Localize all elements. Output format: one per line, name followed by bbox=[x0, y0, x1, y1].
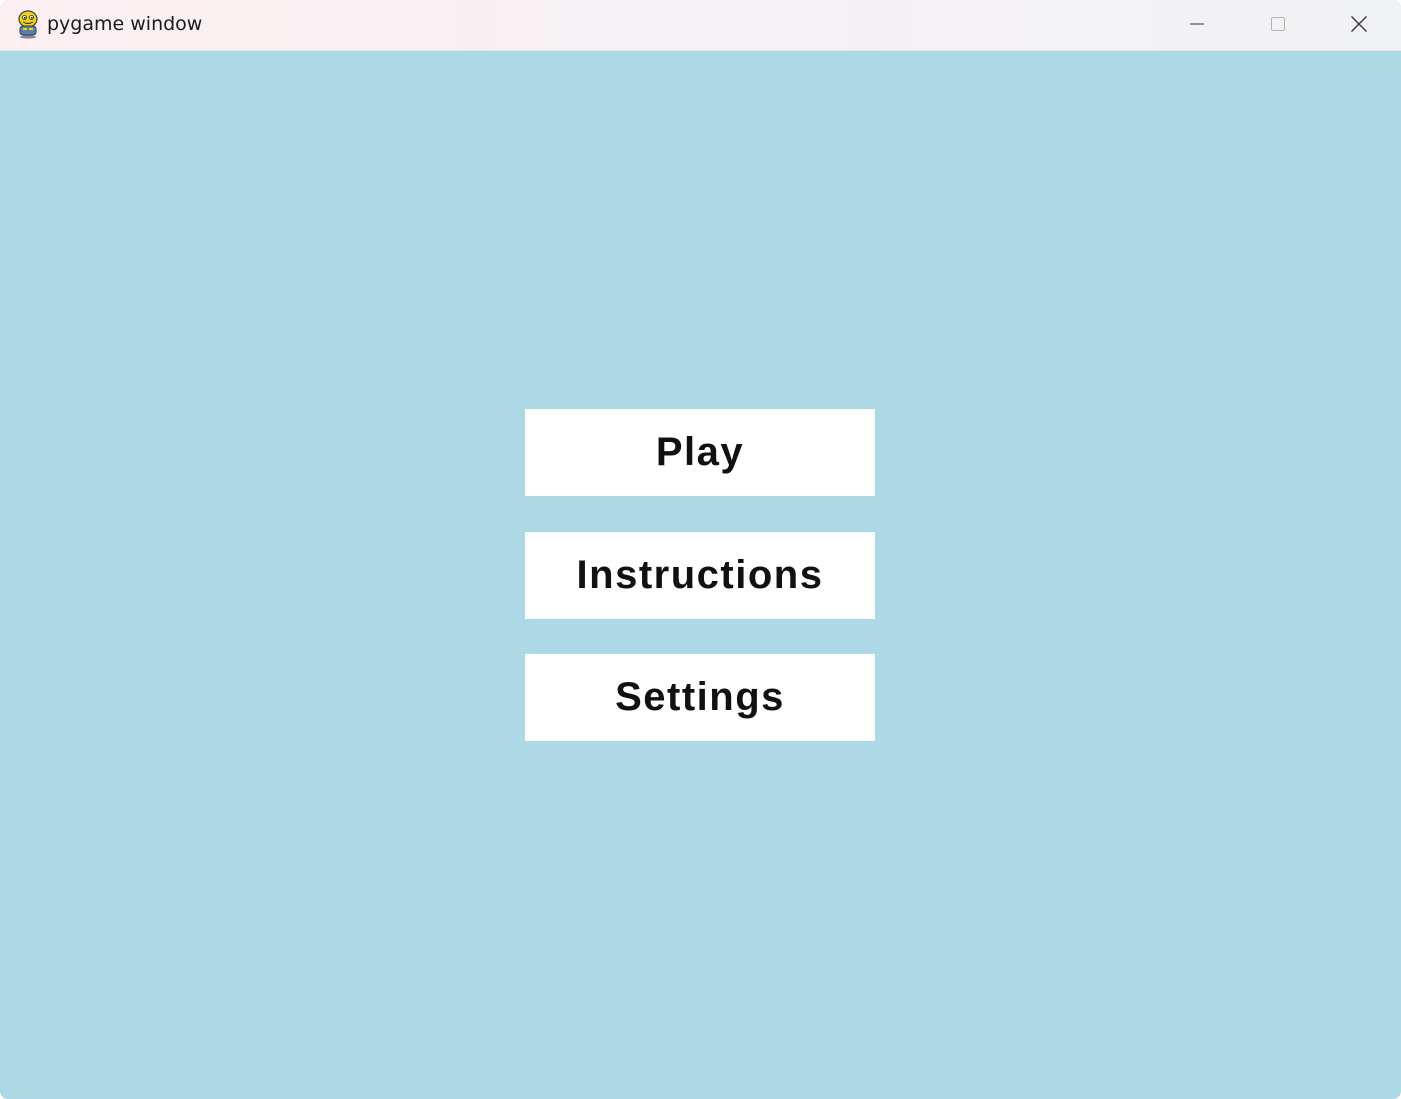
close-button[interactable] bbox=[1319, 0, 1399, 47]
pygame-window: pygame window Play Instructions Settings bbox=[0, 0, 1401, 1099]
play-button[interactable]: Play bbox=[525, 409, 875, 496]
instructions-button[interactable]: Instructions bbox=[525, 532, 875, 619]
maximize-icon bbox=[1270, 16, 1286, 32]
close-icon bbox=[1350, 15, 1368, 33]
pygame-snake-icon bbox=[14, 9, 42, 39]
maximize-button[interactable] bbox=[1238, 0, 1318, 47]
window-title: pygame window bbox=[47, 13, 203, 35]
title-bar[interactable]: pygame window bbox=[0, 0, 1401, 51]
settings-button[interactable]: Settings bbox=[525, 654, 875, 741]
minimize-icon bbox=[1189, 16, 1205, 32]
minimize-button[interactable] bbox=[1157, 0, 1237, 47]
game-canvas: Play Instructions Settings bbox=[1, 51, 1400, 1099]
